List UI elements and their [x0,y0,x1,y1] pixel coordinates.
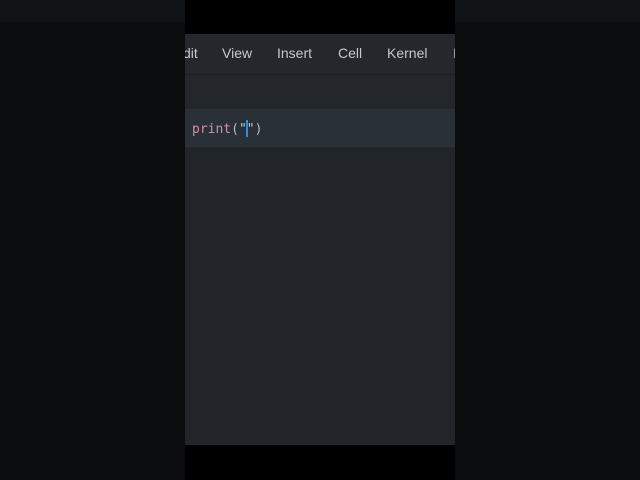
code-close-quote: " [246,122,255,137]
menu-kernel[interactable]: Kernel [387,45,427,61]
menu-cell[interactable]: Cell [338,45,362,61]
menu-insert[interactable]: Insert [277,45,312,61]
menu-help[interactable]: I [453,45,455,61]
menu-edit[interactable]: dit [185,45,198,61]
notebook-body [185,147,455,445]
code-open-paren: ( [231,122,239,137]
code-keyword: print [192,122,232,137]
toolbar [185,75,455,109]
code-cell[interactable]: print("") [185,109,455,147]
menu-view[interactable]: View [222,45,252,61]
menu-bar: dit View Insert Cell Kernel I [185,34,455,75]
code-editor[interactable]: print("") [192,120,262,137]
code-close-paren: ) [254,122,263,137]
notebook-panel: dit View Insert Cell Kernel I print("") [185,0,455,480]
left-letterbox [0,0,185,22]
right-letterbox [455,0,640,22]
